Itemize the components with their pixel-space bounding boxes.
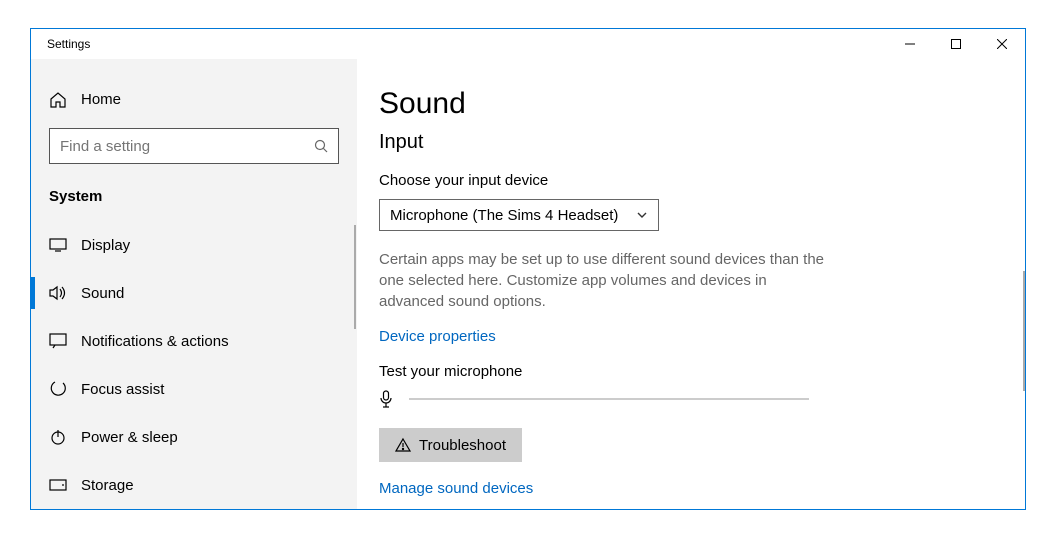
window-title: Settings <box>47 37 90 51</box>
close-icon <box>997 39 1007 49</box>
maximize-icon <box>951 39 961 49</box>
mic-level-meter <box>409 398 809 400</box>
sidebar-item-display[interactable]: Display <box>31 221 356 269</box>
input-device-value: Microphone (The Sims 4 Headset) <box>390 207 618 224</box>
notifications-icon <box>49 333 73 349</box>
sidebar-item-focus-assist[interactable]: Focus assist <box>31 365 356 413</box>
microphone-icon <box>379 390 397 408</box>
search-input[interactable] <box>50 138 304 155</box>
sidebar-item-label: Storage <box>81 477 134 494</box>
sidebar-item-sound[interactable]: Sound <box>31 269 356 317</box>
sound-icon <box>49 285 73 301</box>
chevron-down-icon <box>636 209 648 221</box>
sidebar-item-label: Focus assist <box>81 381 164 398</box>
test-mic-label: Test your microphone <box>379 363 1003 380</box>
maximize-button[interactable] <box>933 29 979 59</box>
search-wrap <box>31 116 356 180</box>
section-title: Input <box>379 131 1003 154</box>
settings-window: Settings Home <box>30 28 1026 510</box>
manage-sound-devices-link[interactable]: Manage sound devices <box>379 480 533 497</box>
sidebar-scrollbar[interactable] <box>354 225 356 329</box>
home-button[interactable]: Home <box>31 83 356 116</box>
sidebar-item-label: Display <box>81 237 130 254</box>
sidebar-section-title: System <box>31 180 356 221</box>
window-controls <box>887 29 1025 59</box>
test-mic-row <box>379 390 1003 408</box>
sidebar-item-notifications[interactable]: Notifications & actions <box>31 317 356 365</box>
search-box[interactable] <box>49 128 339 164</box>
search-icon <box>304 139 338 153</box>
warning-icon <box>395 437 411 453</box>
troubleshoot-label: Troubleshoot <box>419 437 506 454</box>
minimize-button[interactable] <box>887 29 933 59</box>
sidebar-item-label: Notifications & actions <box>81 333 229 350</box>
close-button[interactable] <box>979 29 1025 59</box>
input-description: Certain apps may be set up to use differ… <box>379 249 829 312</box>
sidebar-item-label: Power & sleep <box>81 429 178 446</box>
sidebar: Home System <box>31 59 357 509</box>
power-icon <box>49 428 73 446</box>
sidebar-item-power-sleep[interactable]: Power & sleep <box>31 413 356 461</box>
sidebar-item-label: Sound <box>81 285 124 302</box>
home-label: Home <box>81 91 121 108</box>
window-body: Home System <box>31 59 1025 509</box>
sidebar-item-storage[interactable]: Storage <box>31 461 356 509</box>
main-panel: Sound Input Choose your input device Mic… <box>357 59 1025 509</box>
storage-icon <box>49 479 73 491</box>
troubleshoot-button[interactable]: Troubleshoot <box>379 428 522 462</box>
device-properties-link[interactable]: Device properties <box>379 328 496 345</box>
home-icon <box>49 91 73 109</box>
nav-list-wrap: Display Sound <box>31 221 356 509</box>
focus-assist-icon <box>49 380 73 398</box>
display-icon <box>49 238 73 252</box>
nav-list: Display Sound <box>31 221 356 509</box>
input-device-dropdown[interactable]: Microphone (The Sims 4 Headset) <box>379 199 659 231</box>
titlebar: Settings <box>31 29 1025 59</box>
minimize-icon <box>905 39 915 49</box>
choose-input-label: Choose your input device <box>379 172 1003 189</box>
page-title: Sound <box>379 87 1003 121</box>
main-scrollbar[interactable] <box>1023 271 1025 391</box>
